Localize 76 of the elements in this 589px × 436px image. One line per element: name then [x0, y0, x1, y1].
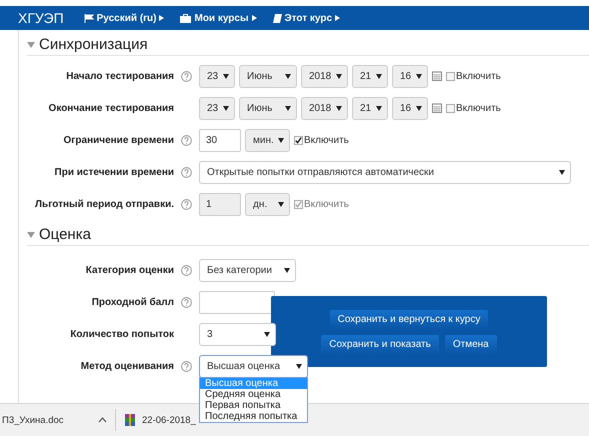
caret-icon: [336, 106, 342, 110]
caret-icon: [336, 74, 342, 78]
caret-icon: [223, 106, 229, 110]
action-button[interactable]: Сохранить и вернуться к курсу: [330, 310, 488, 328]
help-icon[interactable]: [181, 134, 192, 146]
chevron-up-icon[interactable]: [98, 417, 107, 423]
archive-icon: [124, 414, 136, 426]
dropdown-select[interactable]: Без категории: [199, 258, 296, 282]
caret-icon: [285, 106, 291, 110]
enable-checkbox[interactable]: Включить: [294, 134, 349, 146]
date-select[interactable]: 2018: [301, 96, 348, 120]
duration-input[interactable]: 30: [199, 128, 241, 152]
download-file-name[interactable]: П3_Ухина.doc: [2, 414, 92, 426]
date-select[interactable]: Июнь: [239, 96, 297, 120]
field-label: Категория оценки: [84, 264, 174, 276]
download-file-name[interactable]: 22-06-2018_: [142, 414, 196, 426]
dropdown-select[interactable]: Открытые попытки отправляются автоматически: [199, 160, 571, 184]
field-label: Окончание тестирования: [48, 102, 174, 114]
field-label: Количество попыток: [69, 328, 174, 340]
caret-icon: [296, 364, 302, 368]
date-select[interactable]: 23: [199, 96, 235, 120]
site-brand[interactable]: ХГУЭП: [18, 10, 64, 26]
section-title: Синхронизация: [39, 36, 148, 53]
caret-icon: [223, 74, 229, 78]
flag-icon: [84, 14, 94, 22]
caret-icon: [376, 74, 382, 78]
help-icon[interactable]: [181, 70, 192, 82]
help-icon[interactable]: [181, 296, 192, 308]
caret-icon: [416, 106, 422, 110]
caret-icon: [278, 202, 284, 206]
caret-icon: [284, 268, 290, 272]
nav-menu[interactable]: Мои курсы: [180, 12, 256, 24]
field-label: Ограничение времени: [62, 134, 174, 146]
caret-icon: [285, 74, 291, 78]
dropdown-select[interactable]: 3: [199, 322, 276, 346]
field-label: При истечении времени: [54, 166, 174, 178]
nav-menu[interactable]: Этот курс: [272, 12, 340, 24]
section-caret-icon[interactable]: [27, 232, 35, 238]
dropdown-option[interactable]: Средняя оценка: [200, 388, 307, 400]
action-button[interactable]: Отмена: [444, 334, 497, 354]
date-select[interactable]: 23: [199, 64, 235, 88]
caret-icon: [264, 332, 270, 336]
enable-checkbox[interactable]: Включить: [446, 70, 501, 82]
date-select[interactable]: Июнь: [239, 64, 297, 88]
unit-select[interactable]: мин.: [245, 128, 290, 152]
briefcase-icon: [180, 14, 192, 22]
help-icon[interactable]: [181, 264, 192, 276]
caret-icon: [416, 74, 422, 78]
field-label: Начало тестирования: [65, 70, 174, 82]
help-icon[interactable]: [181, 360, 192, 372]
section-title: Оценка: [39, 226, 91, 243]
caret-icon: [376, 106, 382, 110]
date-select[interactable]: 2018: [301, 64, 348, 88]
date-select[interactable]: 21: [352, 64, 388, 88]
caret-icon: [252, 15, 256, 21]
checkmark-icon: [295, 136, 302, 144]
date-select[interactable]: 21: [352, 96, 388, 120]
input-field[interactable]: [199, 290, 275, 314]
section-caret-icon[interactable]: [27, 42, 35, 48]
caret-icon: [559, 170, 565, 174]
checkmark-icon: [295, 200, 302, 208]
nav-menu[interactable]: Русский (ru): [84, 12, 164, 24]
field-label: Проходной балл: [90, 296, 174, 308]
date-select[interactable]: 16: [392, 96, 428, 120]
action-button[interactable]: Сохранить и показать: [321, 334, 439, 354]
date-select[interactable]: 16: [392, 64, 428, 88]
calendar-icon[interactable]: [432, 103, 442, 113]
field-label: Метод оценивания: [80, 360, 174, 372]
dropdown-select[interactable]: Высшая оценка: [199, 354, 308, 378]
field-label: Льготный период отправки.: [34, 198, 174, 210]
caret-icon: [335, 15, 340, 21]
calendar-icon[interactable]: [432, 71, 442, 81]
help-icon[interactable]: [181, 166, 192, 178]
enable-checkbox[interactable]: Включить: [446, 102, 501, 114]
caret-icon: [159, 15, 164, 21]
caret-icon: [278, 138, 284, 142]
